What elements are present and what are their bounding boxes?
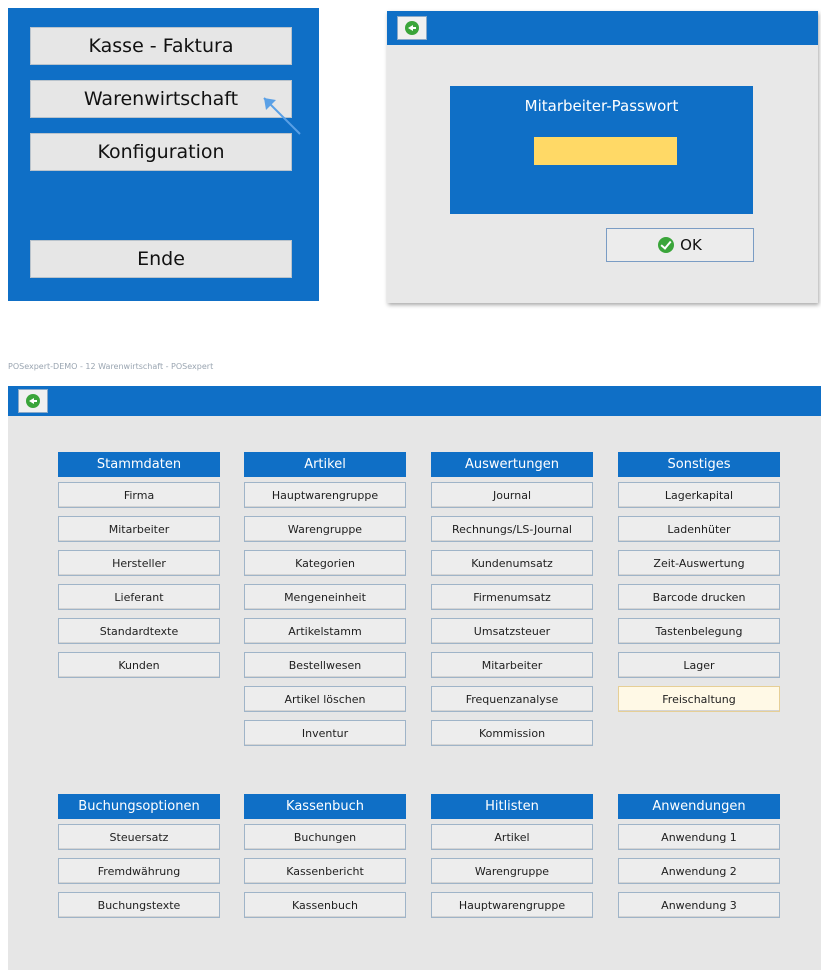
buchungstexte-button[interactable]: Buchungstexte [58, 892, 220, 918]
warengruppe-button[interactable]: Warengruppe [431, 858, 593, 884]
kategorien-button[interactable]: Kategorien [244, 550, 406, 576]
group-header-anwendungen: Anwendungen [618, 794, 780, 819]
back-arrow-icon [405, 21, 419, 35]
group-header-hitlisten: Hitlisten [431, 794, 593, 819]
password-dialog: Mitarbeiter-Passwort OK [387, 11, 818, 303]
group-header-auswertungen: Auswertungen [431, 452, 593, 477]
artikel-button[interactable]: Artikel [431, 824, 593, 850]
warengruppe-button[interactable]: Warengruppe [244, 516, 406, 542]
window-title: POSexpert-DEMO - 12 Warenwirtschaft - PO… [8, 362, 214, 371]
anwendung-2-button[interactable]: Anwendung 2 [618, 858, 780, 884]
lager-button[interactable]: Lager [618, 652, 780, 678]
group-header-kassenbuch: Kassenbuch [244, 794, 406, 819]
mengeneinheit-button[interactable]: Mengeneinheit [244, 584, 406, 610]
main-menu-panel: Kasse - Faktura Warenwirtschaft Konfigur… [8, 8, 319, 301]
bestellwesen-button[interactable]: Bestellwesen [244, 652, 406, 678]
tastenbelegung-button[interactable]: Tastenbelegung [618, 618, 780, 644]
anwendung-1-button[interactable]: Anwendung 1 [618, 824, 780, 850]
inventur-button[interactable]: Inventur [244, 720, 406, 746]
password-title: Mitarbeiter-Passwort [524, 97, 679, 115]
umsatzsteuer-button[interactable]: Umsatzsteuer [431, 618, 593, 644]
warenwirtschaft-button[interactable]: Warenwirtschaft [30, 80, 292, 118]
lieferant-button[interactable]: Lieferant [58, 584, 220, 610]
group-header-stammdaten: Stammdaten [58, 452, 220, 477]
rechnungs-ls-journal-button[interactable]: Rechnungs/LS-Journal [431, 516, 593, 542]
ok-label: OK [680, 236, 702, 254]
mitarbeiter-button[interactable]: Mitarbeiter [58, 516, 220, 542]
frequenzanalyse-button[interactable]: Frequenzanalyse [431, 686, 593, 712]
firma-button[interactable]: Firma [58, 482, 220, 508]
anwendung-3-button[interactable]: Anwendung 3 [618, 892, 780, 918]
ok-button[interactable]: OK [606, 228, 754, 262]
hauptwarengruppe-button[interactable]: Hauptwarengruppe [244, 482, 406, 508]
group-header-buchungsoptionen: Buchungsoptionen [58, 794, 220, 819]
warenwirtschaft-window: Stammdaten Firma Mitarbeiter Hersteller Lief… [8, 386, 821, 970]
hersteller-button[interactable]: Hersteller [58, 550, 220, 576]
dialog-header [387, 11, 818, 45]
lagerkapital-button[interactable]: Lagerkapital [618, 482, 780, 508]
journal-button[interactable]: Journal [431, 482, 593, 508]
back-arrow-icon [26, 394, 40, 408]
zeit-auswertung-button[interactable]: Zeit-Auswertung [618, 550, 780, 576]
main-header [8, 386, 821, 416]
mitarbeiter-button[interactable]: Mitarbeiter [431, 652, 593, 678]
standardtexte-button[interactable]: Standardtexte [58, 618, 220, 644]
password-input[interactable] [534, 137, 677, 165]
pointer-arrow-icon [263, 97, 301, 135]
fremdwährung-button[interactable]: Fremdwährung [58, 858, 220, 884]
buchungen-button[interactable]: Buchungen [244, 824, 406, 850]
kassenbericht-button[interactable]: Kassenbericht [244, 858, 406, 884]
ende-button[interactable]: Ende [30, 240, 292, 278]
ladenhüter-button[interactable]: Ladenhüter [618, 516, 780, 542]
kasse-faktura-button[interactable]: Kasse - Faktura [30, 27, 292, 65]
artikelstamm-button[interactable]: Artikelstamm [244, 618, 406, 644]
artikel-löschen-button[interactable]: Artikel löschen [244, 686, 406, 712]
check-icon [658, 237, 675, 253]
back-button[interactable] [397, 16, 427, 40]
kunden-button[interactable]: Kunden [58, 652, 220, 678]
password-box: Mitarbeiter-Passwort [450, 86, 753, 214]
main-back-button[interactable] [18, 389, 48, 413]
konfiguration-button[interactable]: Konfiguration [30, 133, 292, 171]
hauptwarengruppe-button[interactable]: Hauptwarengruppe [431, 892, 593, 918]
kommission-button[interactable]: Kommission [431, 720, 593, 746]
group-header-sonstiges: Sonstiges [618, 452, 780, 477]
firmenumsatz-button[interactable]: Firmenumsatz [431, 584, 593, 610]
barcode-drucken-button[interactable]: Barcode drucken [618, 584, 780, 610]
kassenbuch-button[interactable]: Kassenbuch [244, 892, 406, 918]
kundenumsatz-button[interactable]: Kundenumsatz [431, 550, 593, 576]
steuersatz-button[interactable]: Steuersatz [58, 824, 220, 850]
freischaltung-button[interactable]: Freischaltung [618, 686, 780, 712]
group-header-artikel: Artikel [244, 452, 406, 477]
